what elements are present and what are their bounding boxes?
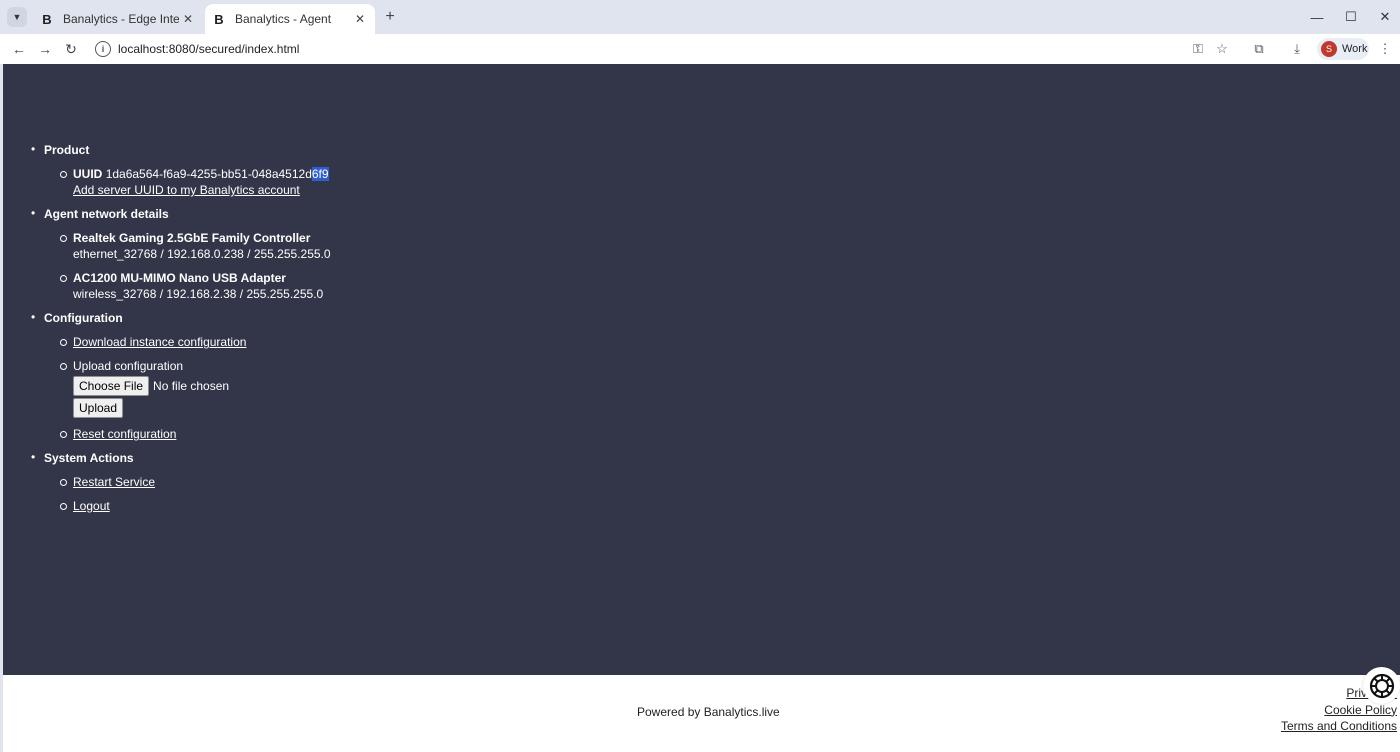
logout-link[interactable]: Logout: [73, 499, 110, 513]
section-heading: System Actions: [44, 451, 134, 465]
tab-strip: ▼ B Banalytics - Edge Intelligence f ✕ B…: [0, 0, 1400, 34]
site-info-icon[interactable]: i: [95, 41, 111, 57]
adapter-details: wireless_32768 / 192.168.2.38 / 255.255.…: [73, 287, 324, 301]
maximize-icon: ☐: [1345, 9, 1357, 24]
close-icon[interactable]: ✕: [351, 10, 369, 28]
reset-config-item: Reset configuration: [44, 426, 331, 442]
close-icon[interactable]: ✕: [179, 10, 197, 28]
reset-config-link[interactable]: Reset configuration: [73, 427, 176, 441]
main-content: Product UUID 1da6a564-f6a9-4255-bb51-048…: [3, 142, 331, 522]
reload-button[interactable]: ↻: [61, 39, 81, 59]
tab-title: Banalytics - Agent: [235, 12, 332, 26]
section-configuration: Configuration Download instance configur…: [3, 310, 331, 442]
logout-item: Logout: [44, 498, 331, 514]
download-config-link[interactable]: Download instance configuration: [73, 335, 246, 349]
arrow-left-icon: ←: [12, 41, 26, 57]
adapter-item: Realtek Gaming 2.5GbE Family Controller …: [44, 230, 331, 262]
section-heading: Agent network details: [44, 207, 169, 221]
upload-config-item: Upload configuration Choose File No file…: [44, 358, 331, 418]
section-system-actions: System Actions Restart Service Logout: [3, 450, 331, 514]
password-key-icon[interactable]: ⚿: [1188, 39, 1208, 59]
cookie-settings-button[interactable]: [1363, 667, 1400, 704]
profile-button[interactable]: S Work: [1317, 38, 1369, 60]
powered-by-text: Powered by Banalytics.live: [637, 705, 780, 719]
adapter-name: Realtek Gaming 2.5GbE Family Controller: [73, 231, 311, 245]
choose-file-button[interactable]: Choose File: [73, 376, 150, 396]
reload-icon: ↻: [65, 40, 77, 57]
page-footer: Powered by Banalytics.live Privacy P Coo…: [3, 675, 1400, 752]
tab-banalytics-edge[interactable]: B Banalytics - Edge Intelligence f ✕: [33, 4, 203, 34]
adapter-details: ethernet_32768 / 192.168.0.238 / 255.255…: [73, 247, 331, 261]
close-icon: ✕: [1379, 9, 1391, 24]
adapter-item: AC1200 MU-MIMO Nano USB Adapter wireless…: [44, 270, 331, 302]
cookie-consent-icon: [1369, 673, 1394, 698]
system-actions-list: Restart Service Logout: [44, 474, 331, 514]
uuid-value-text: 1da6a564-f6a9-4255-bb51-048a4512d: [105, 167, 312, 181]
product-list: UUID 1da6a564-f6a9-4255-bb51-048a4512d6f…: [44, 166, 331, 198]
tab-search-button[interactable]: ▼: [7, 7, 27, 27]
section-product: Product UUID 1da6a564-f6a9-4255-bb51-048…: [3, 142, 331, 198]
plus-icon: +: [385, 8, 395, 25]
chevron-down-icon: ▼: [12, 12, 22, 22]
uuid-value: 1da6a564-f6a9-4255-bb51-048a4512d6f9: [106, 167, 329, 181]
minimize-icon: —: [1310, 9, 1324, 25]
close-window-button[interactable]: ✕: [1370, 6, 1400, 28]
arrow-right-icon: →: [38, 41, 52, 57]
bookmark-star-icon[interactable]: ☆: [1212, 39, 1232, 59]
url-text: localhost:8080/secured/index.html: [118, 42, 300, 56]
tab-title: Banalytics - Edge Intelligence f: [63, 12, 179, 26]
file-input: Choose File No file chosen: [73, 376, 331, 396]
upload-button[interactable]: Upload: [73, 398, 124, 418]
file-status: No file chosen: [153, 379, 230, 393]
adapter-name: AC1200 MU-MIMO Nano USB Adapter: [73, 271, 286, 285]
upload-row: Upload: [73, 398, 331, 418]
restart-service-link[interactable]: Restart Service: [73, 475, 155, 489]
section-heading: Configuration: [44, 311, 123, 325]
page-body: Product UUID 1da6a564-f6a9-4255-bb51-048…: [3, 64, 1400, 675]
uuid-value-selected: 6f9: [311, 167, 329, 181]
restart-item: Restart Service: [44, 474, 331, 490]
back-button[interactable]: ←: [9, 39, 29, 59]
profile-label: Work: [1342, 43, 1368, 55]
download-icon[interactable]: ⤓: [1287, 39, 1307, 59]
new-tab-button[interactable]: +: [381, 8, 399, 26]
add-uuid-link[interactable]: Add server UUID to my Banalytics account: [73, 183, 300, 197]
uuid-item: UUID 1da6a564-f6a9-4255-bb51-048a4512d6f…: [44, 166, 331, 198]
browser-toolbar: ← → ↻ i localhost:8080/secured/index.htm…: [0, 34, 1400, 64]
download-config-item: Download instance configuration: [44, 334, 331, 350]
section-network: Agent network details Realtek Gaming 2.5…: [3, 206, 331, 302]
upload-config-label: Upload configuration: [73, 359, 184, 373]
favicon-icon: B: [214, 11, 224, 27]
section-list: Product UUID 1da6a564-f6a9-4255-bb51-048…: [3, 142, 331, 514]
adapter-list: Realtek Gaming 2.5GbE Family Controller …: [44, 230, 331, 302]
extensions-icon[interactable]: ⧉: [1249, 39, 1269, 59]
forward-button[interactable]: →: [35, 39, 55, 59]
tab-banalytics-agent[interactable]: B Banalytics - Agent ✕: [205, 4, 375, 34]
section-heading: Product: [44, 143, 90, 157]
avatar: S: [1321, 41, 1337, 57]
favicon-icon: B: [42, 11, 52, 27]
uuid-label: UUID: [73, 167, 103, 181]
menu-icon[interactable]: ⋮: [1375, 39, 1395, 59]
maximize-button[interactable]: ☐: [1336, 6, 1366, 28]
configuration-list: Download instance configuration Upload c…: [44, 334, 331, 442]
minimize-button[interactable]: —: [1302, 6, 1332, 28]
terms-link[interactable]: Terms and Conditions: [1281, 718, 1397, 735]
address-bar[interactable]: i localhost:8080/secured/index.html: [88, 37, 1238, 61]
